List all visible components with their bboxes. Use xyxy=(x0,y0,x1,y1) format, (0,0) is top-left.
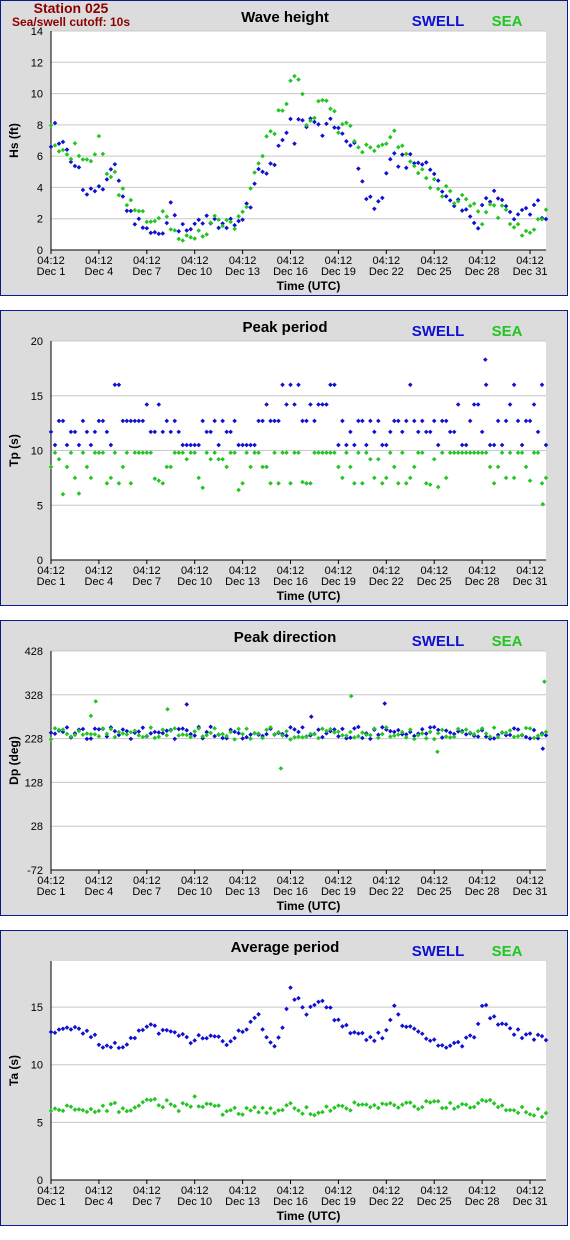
x-tick-date-label: Dec 1 xyxy=(37,1196,66,1208)
x-tick-date-label: Dec 25 xyxy=(417,1196,452,1208)
wave-height-panel: Station 025 Sea/swell cutoff: 10s 024681… xyxy=(0,0,568,296)
y-tick-label: 12 xyxy=(31,57,43,69)
y-tick-label: 2 xyxy=(37,214,43,226)
y-tick-label: 10 xyxy=(31,89,43,101)
x-axis-title: Time (UTC) xyxy=(277,1209,341,1223)
x-tick-date-label: Dec 16 xyxy=(273,266,308,278)
legend-sea: SEA xyxy=(492,323,523,340)
plot-area xyxy=(51,651,546,870)
peak-period-chart: 0510152004:12Dec 104:12Dec 404:12Dec 704… xyxy=(7,319,549,603)
y-tick-label: 5 xyxy=(37,1117,43,1129)
x-axis-title: Time (UTC) xyxy=(277,899,341,913)
x-tick-date-label: Dec 7 xyxy=(132,576,161,588)
x-tick-date-label: Dec 13 xyxy=(225,576,260,588)
y-axis-title: Tp (s) xyxy=(7,434,21,467)
x-tick-date-label: Dec 10 xyxy=(177,576,212,588)
x-tick-date-label: Dec 1 xyxy=(37,886,66,898)
average-period-panel: 0 5 10 15 04:12 Dec 1 04:12 Dec 4 04:12 Dec 7 04:1… xyxy=(0,930,568,1226)
peak-period-panel: 0 5 10 15 20 04:12 Dec 1 04:12 Dec 4 04:12 Dec 7 04… xyxy=(0,310,568,606)
x-tick-date-label: Dec 25 xyxy=(417,576,452,588)
x-tick-date-label: Dec 19 xyxy=(321,1196,356,1208)
y-axis-title: Hs (ft) xyxy=(7,123,21,158)
x-tick-date-label: Dec 22 xyxy=(369,886,404,898)
x-tick-date-label: Dec 22 xyxy=(369,266,404,278)
y-tick-label: 128 xyxy=(25,777,43,789)
chart-title: Peak period xyxy=(242,319,327,336)
x-tick-date-label: Dec 31 xyxy=(513,1196,548,1208)
y-tick-label: 15 xyxy=(31,1002,43,1014)
x-tick-date-label: Dec 7 xyxy=(132,266,161,278)
x-tick-date-label: Dec 28 xyxy=(465,1196,500,1208)
y-axis-title: Dp (deg) xyxy=(7,736,21,785)
peak-direction-chart: -722812822832842804:12Dec 104:12Dec 404:… xyxy=(7,629,549,913)
x-tick-date-label: Dec 13 xyxy=(225,886,260,898)
legend-sea: SEA xyxy=(492,633,523,650)
x-tick-date-label: Dec 28 xyxy=(465,266,500,278)
x-tick-date-label: Dec 19 xyxy=(321,266,356,278)
x-tick-date-label: Dec 13 xyxy=(225,1196,260,1208)
x-tick-date-label: Dec 25 xyxy=(417,886,452,898)
x-tick-date-label: Dec 16 xyxy=(273,576,308,588)
x-axis-title: Time (UTC) xyxy=(277,589,341,603)
x-tick-date-label: Dec 22 xyxy=(369,1196,404,1208)
x-tick-date-label: Dec 10 xyxy=(177,886,212,898)
x-tick-date-label: Dec 28 xyxy=(465,576,500,588)
y-tick-label: 328 xyxy=(25,690,43,702)
chart-title: Peak direction xyxy=(234,629,337,646)
wave-height-chart: 0246810121404:12Dec 104:12Dec 404:12Dec … xyxy=(7,9,549,293)
y-tick-label: 15 xyxy=(31,391,43,403)
y-tick-label: 10 xyxy=(31,1060,43,1072)
x-tick-date-label: Dec 4 xyxy=(85,576,114,588)
y-tick-label: 228 xyxy=(25,734,43,746)
legend-swell: SWELL xyxy=(412,323,465,340)
x-tick-date-label: Dec 1 xyxy=(37,266,66,278)
legend-sea: SEA xyxy=(492,13,523,30)
x-tick-date-label: Dec 10 xyxy=(177,1196,212,1208)
y-tick-label: 428 xyxy=(25,646,43,658)
x-tick-date-label: Dec 22 xyxy=(369,576,404,588)
x-tick-date-label: Dec 4 xyxy=(85,886,114,898)
x-tick-date-label: Dec 10 xyxy=(177,266,212,278)
peak-direction-panel: -72 28 128 228 328 428 04:12 Dec 1 04:12 Dec 4 04:… xyxy=(0,620,568,916)
x-tick-date-label: Dec 7 xyxy=(132,886,161,898)
y-tick-label: 20 xyxy=(31,336,43,348)
x-tick-date-label: Dec 4 xyxy=(85,1196,114,1208)
y-tick-label: 5 xyxy=(37,500,43,512)
x-tick-date-label: Dec 16 xyxy=(273,886,308,898)
x-tick-date-label: Dec 13 xyxy=(225,266,260,278)
x-tick-date-label: Dec 1 xyxy=(37,576,66,588)
y-tick-label: 28 xyxy=(31,821,43,833)
x-axis-title: Time (UTC) xyxy=(277,279,341,293)
y-tick-label: 10 xyxy=(31,446,43,458)
x-tick-date-label: Dec 31 xyxy=(513,266,548,278)
chart-title: Wave height xyxy=(241,9,329,26)
x-tick-date-label: Dec 31 xyxy=(513,886,548,898)
legend-swell: SWELL xyxy=(412,943,465,960)
chart-title: Average period xyxy=(231,939,340,956)
x-tick-date-label: Dec 4 xyxy=(85,266,114,278)
x-tick-date-label: Dec 31 xyxy=(513,576,548,588)
legend-swell: SWELL xyxy=(412,13,465,30)
y-axis-title: Ta (s) xyxy=(7,1055,21,1086)
y-tick-label: 4 xyxy=(37,182,43,194)
x-tick-date-label: Dec 25 xyxy=(417,266,452,278)
x-tick-date-label: Dec 7 xyxy=(132,1196,161,1208)
y-tick-label: 8 xyxy=(37,120,43,132)
average-period-chart: 05101504:12Dec 104:12Dec 404:12Dec 704:1… xyxy=(7,939,549,1223)
y-tick-label: 14 xyxy=(31,26,43,38)
x-tick-date-label: Dec 19 xyxy=(321,576,356,588)
x-tick-date-label: Dec 28 xyxy=(465,886,500,898)
y-tick-label: 6 xyxy=(37,151,43,163)
legend-swell: SWELL xyxy=(412,633,465,650)
legend-sea: SEA xyxy=(492,943,523,960)
x-tick-date-label: Dec 19 xyxy=(321,886,356,898)
plot-area xyxy=(51,961,546,1180)
x-tick-date-label: Dec 16 xyxy=(273,1196,308,1208)
